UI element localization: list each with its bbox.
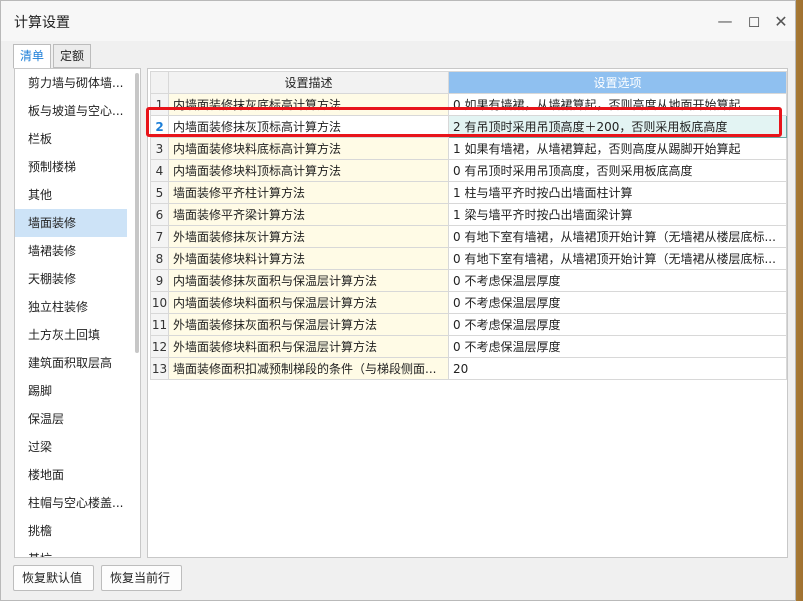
header-desc[interactable]: 设置描述 (168, 71, 449, 94)
row-description: 外墙面装修块料面积与保温层计算方法 (168, 335, 449, 358)
row-description: 内墙面装修抹灰底标高计算方法 (168, 93, 449, 116)
table-row[interactable]: 7 外墙面装修抹灰计算方法 0 有地下室有墙裙，从墙裙顶开始计算（无墙裙从楼层底标.… (150, 225, 787, 248)
row-option[interactable]: 0 不考虑保温层厚度 (448, 335, 787, 358)
table-row[interactable]: 11 外墙面装修抹灰面积与保温层计算方法 0 不考虑保温层厚度 (150, 313, 787, 336)
row-description: 内墙面装修抹灰面积与保温层计算方法 (168, 269, 449, 292)
table-row[interactable]: 1 内墙面装修抹灰底标高计算方法 0 如果有墙裙，从墙裙算起，否则高度从地面开始算起 (150, 93, 787, 116)
table-row[interactable]: 12 外墙面装修块料面积与保温层计算方法 0 不考虑保温层厚度 (150, 335, 787, 358)
category-item[interactable]: 建筑面积取层高 (15, 349, 127, 377)
row-option[interactable]: 1 柱与墙平齐时按凸出墙面柱计算 (448, 181, 787, 204)
row-number: 12 (150, 335, 169, 358)
category-item[interactable]: 过梁 (15, 433, 127, 461)
row-number: 5 (150, 181, 169, 204)
row-option[interactable]: 1 如果有墙裙，从墙裙算起，否则高度从踢脚开始算起 (448, 137, 787, 160)
row-description: 墙面装修面积扣减预制梯段的条件（与梯段侧面... (168, 357, 449, 380)
row-number: 1 (150, 93, 169, 116)
row-description: 内墙面装修块料底标高计算方法 (168, 137, 449, 160)
category-scrollbar[interactable] (135, 73, 139, 353)
category-item[interactable]: 栏板 (15, 125, 127, 153)
row-number: 10 (150, 291, 169, 314)
row-description: 内墙面装修块料面积与保温层计算方法 (168, 291, 449, 314)
row-option[interactable]: 20 (448, 357, 787, 380)
row-number: 11 (150, 313, 169, 336)
category-item[interactable]: 保温层 (15, 405, 127, 433)
maximize-icon[interactable]: ◻ (743, 10, 765, 32)
close-icon[interactable]: ✕ (770, 10, 792, 32)
restore-default-button[interactable]: 恢复默认值 (13, 565, 94, 591)
calc-settings-window: 计算设置 — ◻ ✕ 清单 定额 剪力墙与砌体墙... 板与坡道与空心... 栏板预… (0, 0, 796, 601)
table-row[interactable]: 13 墙面装修面积扣减预制梯段的条件（与梯段侧面... 20 (150, 357, 787, 380)
header-num (150, 71, 169, 94)
row-option[interactable]: 0 如果有墙裙，从墙裙算起，否则高度从地面开始算起 (448, 93, 787, 116)
table-row[interactable]: 9 内墙面装修抹灰面积与保温层计算方法 0 不考虑保温层厚度 (150, 269, 787, 292)
category-list[interactable]: 剪力墙与砌体墙... 板与坡道与空心... 栏板 预制楼梯 其他 墙面装修 墙裙装修 天棚装修… (14, 68, 141, 558)
category-item[interactable]: 墙面装修 (15, 209, 127, 237)
category-item[interactable]: 天棚装修 (15, 265, 127, 293)
table-header-row: 设置描述 设置选项 (150, 71, 787, 94)
restore-current-row-button[interactable]: 恢复当前行 (101, 565, 182, 591)
row-description: 墙面装修平齐梁计算方法 (168, 203, 449, 226)
category-item[interactable]: 柱帽与空心楼盖... (15, 489, 127, 517)
row-number: 3 (150, 137, 169, 160)
row-number: 7 (150, 225, 169, 248)
row-option[interactable]: 0 有吊顶时采用吊顶高度，否则采用板底高度 (448, 159, 787, 182)
row-option[interactable]: 0 不考虑保温层厚度 (448, 269, 787, 292)
row-description: 内墙面装修块料顶标高计算方法 (168, 159, 449, 182)
settings-grid: 设置描述 设置选项 1 内墙面装修抹灰底标高计算方法 0 如果有墙裙，从墙裙算起，否… (147, 68, 788, 558)
category-item[interactable]: 独立柱装修 (15, 293, 127, 321)
table-row[interactable]: 4 内墙面装修块料顶标高计算方法 0 有吊顶时采用吊顶高度，否则采用板底高度 (150, 159, 787, 182)
header-option[interactable]: 设置选项 (448, 71, 787, 94)
category-item[interactable]: 基坑 (15, 545, 127, 557)
tab-bill[interactable]: 清单 (13, 44, 52, 69)
row-number: 6 (150, 203, 169, 226)
row-description: 外墙面装修块料计算方法 (168, 247, 449, 270)
category-item[interactable]: 踢脚 (15, 377, 127, 405)
settings-table: 设置描述 设置选项 1 内墙面装修抹灰底标高计算方法 0 如果有墙裙，从墙裙算起，否… (150, 71, 787, 380)
row-number: 9 (150, 269, 169, 292)
category-item[interactable]: 其他 (15, 181, 127, 209)
row-description: 外墙面装修抹灰面积与保温层计算方法 (168, 313, 449, 336)
row-option[interactable]: 1 梁与墙平齐时按凸出墙面梁计算 (448, 203, 787, 226)
table-row[interactable]: 8 外墙面装修块料计算方法 0 有地下室有墙裙，从墙裙顶开始计算（无墙裙从楼层底标.… (150, 247, 787, 270)
row-description: 内墙面装修抹灰顶标高计算方法 (168, 115, 449, 138)
title-bar[interactable]: 计算设置 — ◻ ✕ (1, 1, 795, 41)
row-option[interactable]: 0 有地下室有墙裙，从墙裙顶开始计算（无墙裙从楼层底标... (448, 247, 787, 270)
row-number: 13 (150, 357, 169, 380)
row-option[interactable]: 0 有地下室有墙裙，从墙裙顶开始计算（无墙裙从楼层底标... (448, 225, 787, 248)
row-number: 8 (150, 247, 169, 270)
table-row[interactable]: 10 内墙面装修块料面积与保温层计算方法 0 不考虑保温层厚度 (150, 291, 787, 314)
row-option[interactable]: 0 不考虑保温层厚度 (448, 313, 787, 336)
table-row[interactable]: 3 内墙面装修块料底标高计算方法 1 如果有墙裙，从墙裙算起，否则高度从踢脚开始算起 (150, 137, 787, 160)
category-item[interactable]: 预制楼梯 (15, 153, 127, 181)
row-description: 墙面装修平齐柱计算方法 (168, 181, 449, 204)
category-item[interactable]: 楼地面 (15, 461, 127, 489)
window-title: 计算设置 (14, 15, 70, 31)
category-item[interactable]: 墙裙装修 (15, 237, 127, 265)
category-item[interactable]: 挑檐 (15, 517, 127, 545)
tab-quota[interactable]: 定额 (53, 44, 92, 68)
category-item[interactable]: 土方灰土回填 (15, 321, 127, 349)
category-item[interactable]: 板与坡道与空心... (15, 97, 127, 125)
table-row[interactable]: 5 墙面装修平齐柱计算方法 1 柱与墙平齐时按凸出墙面柱计算 (150, 181, 787, 204)
table-row[interactable]: 6 墙面装修平齐梁计算方法 1 梁与墙平齐时按凸出墙面梁计算 (150, 203, 787, 226)
row-number: 4 (150, 159, 169, 182)
row-option[interactable]: 2 有吊顶时采用吊顶高度＋200，否则采用板底高度 (448, 115, 787, 138)
minimize-icon[interactable]: — (714, 10, 736, 32)
table-row[interactable]: 2 内墙面装修抹灰顶标高计算方法 2 有吊顶时采用吊顶高度＋200，否则采用板底高度 (150, 115, 787, 138)
category-item[interactable]: 剪力墙与砌体墙... (15, 69, 127, 97)
row-number: 2 (150, 115, 169, 138)
row-description: 外墙面装修抹灰计算方法 (168, 225, 449, 248)
tab-bar: 清单 定额 (13, 44, 93, 69)
row-option[interactable]: 0 不考虑保温层厚度 (448, 291, 787, 314)
